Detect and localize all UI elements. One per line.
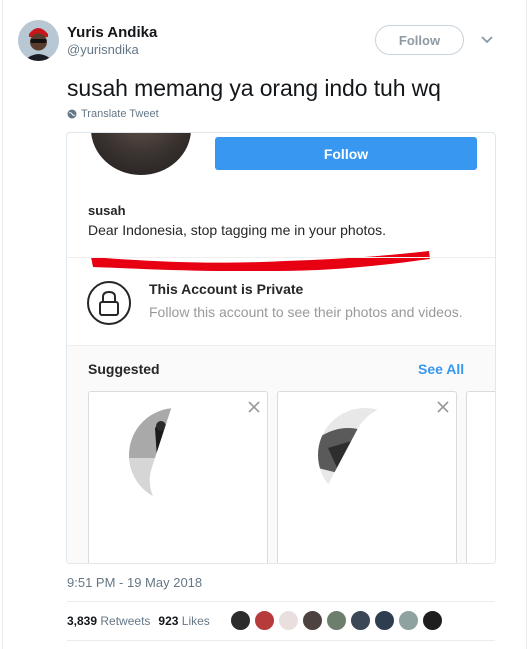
translate-tweet-label[interactable]: Translate Tweet — [81, 108, 159, 120]
retweets-count: 3,839 — [67, 614, 98, 628]
divider — [67, 640, 495, 641]
liker-avatar[interactable] — [326, 610, 347, 631]
blanked-area — [308, 392, 456, 563]
suggested-section: Suggested See All — [67, 345, 495, 563]
liker-avatar[interactable] — [374, 610, 395, 631]
suggested-card — [277, 391, 457, 563]
translate-tweet-link[interactable]: Translate Tweet — [67, 108, 159, 120]
retweets-label: Retweets — [100, 614, 151, 628]
liker-avatar[interactable] — [302, 610, 323, 631]
profile-picture — [91, 133, 191, 175]
liker-avatar[interactable] — [230, 610, 251, 631]
red-underline-mark — [91, 251, 430, 271]
retweets-stat[interactable]: 3,839 Retweets — [67, 614, 150, 628]
instagram-username: susah — [88, 203, 126, 218]
close-icon — [437, 401, 449, 413]
see-all-link: See All — [418, 361, 465, 377]
likes-count: 923 — [158, 614, 179, 628]
liker-avatar[interactable] — [278, 610, 299, 631]
divider — [67, 257, 495, 258]
divider — [67, 601, 495, 602]
card-border-left — [2, 0, 3, 649]
suggested-card — [466, 391, 495, 563]
liker-avatar[interactable] — [398, 610, 419, 631]
liker-avatar[interactable] — [254, 610, 275, 631]
close-icon — [248, 401, 260, 413]
chevron-down-icon[interactable] — [479, 34, 495, 46]
liker-avatar[interactable] — [350, 610, 371, 631]
private-account-title: This Account is Private — [149, 281, 304, 297]
follow-button[interactable]: Follow — [375, 25, 464, 55]
embedded-screenshot[interactable]: Follow susah Dear Indonesia, stop taggin… — [66, 132, 496, 564]
likes-label: Likes — [181, 614, 210, 628]
instagram-bio: Dear Indonesia, stop tagging me in your … — [88, 222, 387, 238]
liker-avatar[interactable] — [422, 610, 443, 631]
private-account-subtitle: Follow this account to see their photos … — [149, 304, 463, 320]
author-name[interactable]: Yuris Andika — [67, 24, 157, 41]
instagram-follow-button: Follow — [215, 137, 477, 170]
globe-icon — [67, 109, 77, 119]
suggested-card — [88, 391, 268, 563]
tweet-stats: 3,839 Retweets 923 Likes — [67, 614, 210, 628]
likes-stat[interactable]: 923 Likes — [158, 614, 209, 628]
suggested-label: Suggested — [88, 361, 160, 377]
card-border-right — [526, 0, 527, 649]
avatar[interactable] — [18, 20, 59, 61]
lock-icon — [87, 281, 131, 325]
tweet-text: susah memang ya orang indo tuh wq — [67, 75, 441, 101]
likers-avatars — [230, 610, 443, 631]
tweet-card: Yuris Andika @yurisndika Follow susah me… — [0, 0, 529, 649]
tweet-timestamp[interactable]: 9:51 PM - 19 May 2018 — [67, 575, 202, 590]
author-handle[interactable]: @yurisndika — [67, 42, 139, 57]
